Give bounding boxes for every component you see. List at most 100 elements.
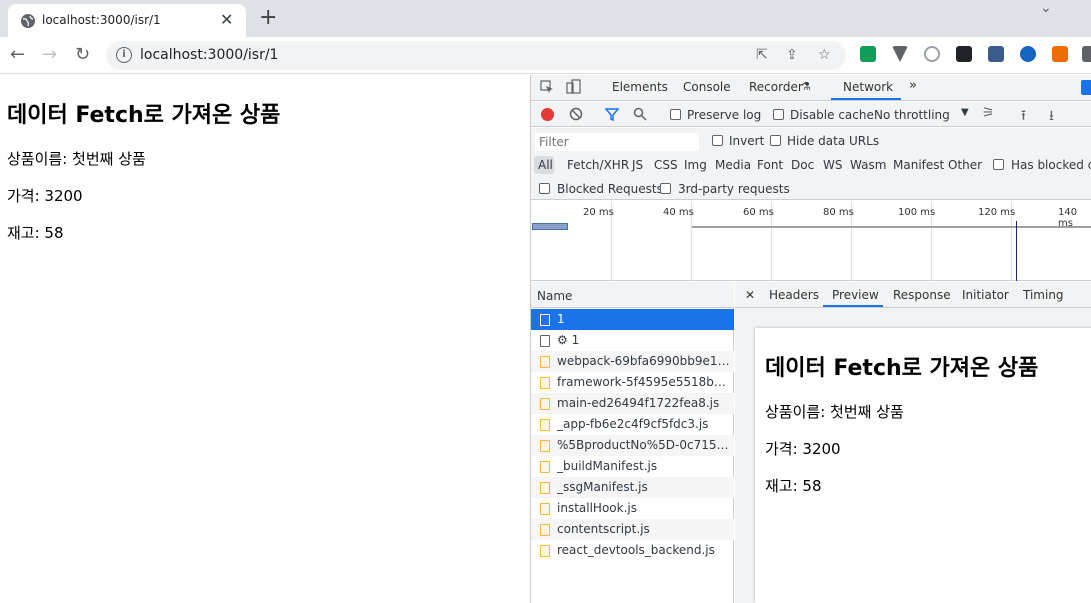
request-row[interactable]: _buildManifest.js (531, 456, 734, 477)
js-file-icon (540, 377, 550, 389)
tab-timing[interactable]: Timing (1023, 288, 1064, 302)
invert-checkbox[interactable] (712, 135, 723, 146)
network-conditions-icon[interactable]: ⚞ (982, 105, 995, 121)
request-row[interactable]: ⚙ 1 (531, 330, 734, 351)
tab-headers[interactable]: Headers (769, 288, 819, 302)
disable-cache-checkbox[interactable] (773, 109, 784, 120)
bookmark-star-icon[interactable]: ☆ (818, 47, 831, 63)
clear-icon[interactable] (569, 107, 583, 121)
request-name: ⚙ 1 (557, 333, 580, 347)
type-filter-manifest[interactable]: Manifest (893, 158, 944, 172)
tick-label: 120 ms (978, 207, 1016, 218)
request-row[interactable]: _app-fb6e2c4f9cf5fdc3.js (531, 414, 734, 435)
request-row[interactable]: contentscript.js (531, 519, 734, 540)
filter-icon[interactable] (605, 107, 619, 121)
type-filter-font[interactable]: Font (757, 158, 783, 172)
request-name: main-ed26494f1722fea8.js (557, 396, 720, 410)
type-filter-all[interactable]: All (538, 158, 553, 172)
tab-network[interactable]: Network (843, 80, 893, 94)
request-row[interactable]: 1 (531, 309, 734, 330)
tick-label: 20 ms (583, 207, 614, 218)
request-name: _app-fb6e2c4f9cf5fdc3.js (557, 417, 709, 431)
device-toolbar-icon[interactable] (566, 79, 582, 95)
extension-icon-3[interactable] (988, 46, 1004, 62)
hide-data-urls-checkbox[interactable] (770, 135, 781, 146)
network-toolbar: Preserve log Disable cache No throttling… (531, 102, 1091, 127)
third-party-label: 3rd-party requests (678, 182, 790, 196)
request-bar-long (692, 226, 1091, 228)
request-row[interactable]: installHook.js (531, 498, 734, 519)
request-row[interactable]: react_devtools_backend.js (531, 540, 734, 561)
dropdown-arrow-icon[interactable]: ▼ (961, 107, 969, 118)
close-tab-icon[interactable]: ✕ (220, 10, 233, 29)
type-filter-fetch-xhr[interactable]: Fetch/XHR (567, 158, 629, 172)
request-row[interactable]: framework-5f4595e5518b5600... (531, 372, 734, 393)
network-overview-timeline[interactable]: 20 ms 40 ms 60 ms 80 ms 100 ms 120 ms 14… (531, 201, 1091, 281)
inspect-element-icon[interactable] (540, 80, 554, 94)
preserve-log-checkbox[interactable] (670, 109, 681, 120)
blocked-requests-checkbox[interactable] (539, 183, 550, 194)
tab-recorder[interactable]: Recorder (749, 80, 803, 94)
name-column-header[interactable]: Name (537, 289, 572, 303)
filter-input[interactable] (535, 133, 699, 151)
close-detail-icon[interactable]: ✕ (745, 288, 755, 302)
react-devtools-icon[interactable] (956, 46, 972, 62)
share-icon[interactable]: ⇪ (786, 47, 798, 63)
request-row[interactable]: main-ed26494f1722fea8.js (531, 393, 734, 414)
tab-console[interactable]: Console (683, 80, 731, 94)
type-filter-wasm[interactable]: Wasm (850, 158, 886, 172)
request-name: 1 (557, 312, 565, 326)
export-har-icon[interactable]: ⭳ (1049, 105, 1054, 129)
browser-tab[interactable]: localhost:3000/isr/1 ✕ (8, 4, 246, 37)
request-detail-pane: ✕ Headers Preview Response Initiator Tim… (735, 282, 1091, 603)
extension-icon-2[interactable] (924, 46, 940, 62)
new-tab-button[interactable]: + (259, 6, 277, 30)
tab-initiator[interactable]: Initiator (962, 288, 1009, 302)
tick-label: 40 ms (663, 207, 694, 218)
preview-product-name: 상품이름: 첫번째 상품 (765, 403, 904, 421)
type-filter-doc[interactable]: Doc (791, 158, 814, 172)
tick-label: 80 ms (823, 207, 854, 218)
vue-devtools-icon[interactable] (892, 46, 908, 62)
open-in-new-icon[interactable]: ⇱ (756, 47, 768, 63)
issues-icon[interactable] (1081, 80, 1091, 95)
info-icon[interactable]: i (116, 47, 132, 63)
back-button[interactable]: ← (10, 44, 25, 65)
chevron-down-icon[interactable]: ⌄ (1040, 0, 1052, 16)
tab-elements[interactable]: Elements (612, 80, 668, 94)
throttling-select[interactable]: No throttling (874, 108, 950, 122)
forward-button[interactable]: → (42, 44, 57, 65)
type-filter-js[interactable]: JS (632, 158, 643, 172)
request-row[interactable]: %5BproductNo%5D-0c715160... (531, 435, 734, 456)
tab-response[interactable]: Response (893, 288, 951, 302)
type-filter-ws[interactable]: WS (823, 158, 842, 172)
request-row[interactable]: webpack-69bfa6990bb9e155.js (531, 351, 734, 372)
type-filter-img[interactable]: Img (684, 158, 707, 172)
more-tabs-icon[interactable]: » (909, 78, 917, 93)
product-price: 가격: 3200 (7, 187, 83, 205)
search-icon[interactable] (633, 107, 647, 121)
preview-title: 데이터 Fetch로 가져온 상품 (765, 356, 1039, 381)
preview-product-stock: 재고: 58 (765, 477, 822, 495)
request-row[interactable]: _ssgManifest.js (531, 477, 734, 498)
active-detail-tab-indicator (823, 305, 883, 307)
type-filter-css[interactable]: CSS (654, 158, 678, 172)
has-blocked-cookies-checkbox[interactable] (993, 159, 1004, 170)
extension-icon-4[interactable] (1020, 46, 1036, 62)
import-har-icon[interactable]: ⭱ (1021, 105, 1026, 129)
reload-button[interactable]: ↻ (75, 44, 90, 65)
address-bar[interactable]: i localhost:3000/isr/1 ⇱ ⇪ ☆ (106, 41, 846, 70)
extension-icon-5[interactable] (1052, 46, 1068, 62)
tick-label: 100 ms (898, 207, 936, 218)
preserve-log-label: Preserve log (687, 108, 762, 122)
extension-icon[interactable] (860, 46, 876, 62)
tab-title: localhost:3000/isr/1 (42, 13, 161, 27)
request-list: Name 1 ⚙ 1 webpack-69bfa6990bb9e155.js f… (531, 282, 734, 603)
js-file-icon (540, 419, 550, 431)
record-icon[interactable] (541, 108, 554, 121)
tab-preview[interactable]: Preview (832, 288, 879, 302)
type-filter-other[interactable]: Other (948, 158, 982, 172)
type-filter-media[interactable]: Media (715, 158, 751, 172)
puzzle-icon[interactable] (1082, 46, 1091, 62)
third-party-checkbox[interactable] (660, 183, 671, 194)
